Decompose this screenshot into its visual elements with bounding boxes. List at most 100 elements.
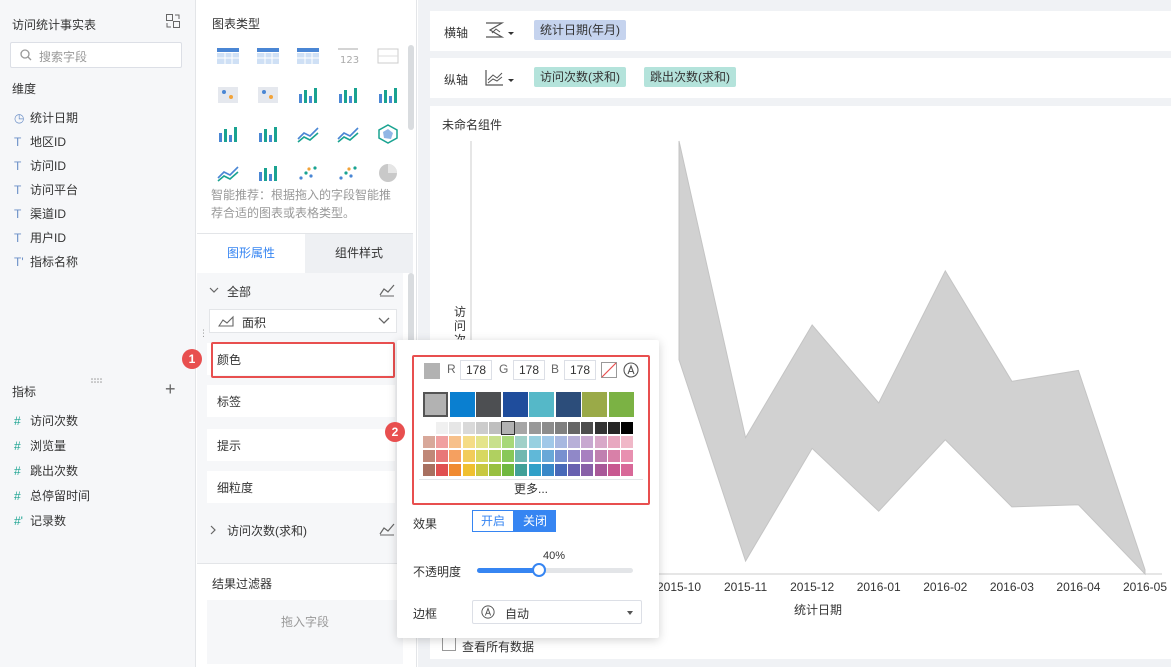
scatter-icon[interactable] [296, 163, 320, 183]
measure-item[interactable]: # 跳出次数 [14, 461, 78, 481]
stacked-bar-icon[interactable] [336, 85, 360, 105]
x-tick-label: 2015-11 [724, 580, 767, 594]
prop-tooltip-row[interactable]: 提示 [207, 429, 395, 461]
area-chart-icon [379, 523, 395, 536]
kpi-icon[interactable]: 123 [336, 46, 360, 66]
chart-config-panel: 图表类型 123 智能推荐：根据拖入的字段智能推荐合适的图表或表格类型。 图形属… [197, 0, 417, 667]
x-tick-label: 2016-04 [1056, 580, 1100, 594]
x-axis-type-icon[interactable] [484, 21, 518, 41]
view-all-checkbox[interactable] [442, 637, 456, 651]
view-all-label: 查看所有数据 [462, 640, 535, 654]
dimension-item[interactable]: T 访问平台 [14, 180, 78, 200]
x-tick-label: 2016-01 [857, 580, 901, 594]
clock-icon: ◷ [14, 111, 25, 125]
radar-icon[interactable] [336, 124, 360, 144]
divider [197, 563, 413, 564]
dimension-item[interactable]: T 用户ID [14, 228, 66, 248]
x-tick-label: 2016-05 [1123, 580, 1167, 594]
panel-splitter-handle[interactable] [90, 372, 104, 383]
tab-graph-properties[interactable]: 图形属性 [197, 234, 305, 273]
measure-label: 总停留时间 [30, 489, 91, 503]
property-tabs: 图形属性 组件样式 [197, 233, 413, 273]
y-axis-type-icon[interactable] [484, 68, 518, 88]
tab-component-style[interactable]: 组件样式 [305, 234, 413, 273]
dimension-item[interactable]: T' 指标名称 [14, 252, 78, 272]
border-select[interactable]: 自动 [472, 600, 642, 624]
chart-subtype-select[interactable]: 面积 [209, 309, 397, 333]
series-group-row[interactable]: 访问次数(求和) [209, 522, 395, 540]
measure-label: 记录数 [30, 514, 67, 528]
y-axis-field-pill[interactable]: 跳出次数(求和) [644, 67, 736, 87]
effect-label: 效果 [413, 517, 438, 531]
opacity-label: 不透明度 [413, 565, 462, 579]
area-series [678, 140, 1146, 576]
switch-dataset-icon[interactable] [165, 13, 181, 29]
all-series-row[interactable]: 全部 [209, 283, 395, 301]
dataset-title: 访问统计事实表 [12, 18, 97, 32]
x-axis-field-pill[interactable]: 统计日期(年月) [534, 20, 626, 40]
opacity-slider[interactable] [477, 563, 633, 577]
prop-label-row[interactable]: 标签 [207, 385, 395, 417]
measure-item[interactable]: # 浏览量 [14, 436, 66, 456]
pie-icon[interactable] [376, 163, 400, 183]
stacked-column-icon[interactable] [256, 163, 280, 183]
property-list: 全部 面积 ⋮ [197, 273, 403, 563]
line-icon[interactable] [296, 124, 320, 144]
drag-handle-icon[interactable]: ⋮ [199, 329, 208, 341]
dimension-header: 维度 [12, 82, 37, 96]
grouped-bar-icon[interactable] [376, 85, 400, 105]
y-axis-field-pill[interactable]: 访问次数(求和) [534, 67, 626, 87]
effect-on-button[interactable]: 开启 [472, 510, 514, 532]
y-axis-title-char: 访 [454, 305, 466, 319]
dimension-item[interactable]: T 渠道ID [14, 204, 66, 224]
scatter-bar-icon[interactable] [256, 124, 280, 144]
opacity-slider-handle[interactable] [532, 563, 547, 577]
series-group-label: 访问次数(求和) [227, 524, 307, 538]
border-value: 自动 [505, 607, 530, 621]
svg-text:123: 123 [340, 55, 359, 66]
measure-item[interactable]: # 总停留时间 [14, 486, 90, 506]
x-tick-label: 2015-12 [790, 580, 834, 594]
search-icon [20, 49, 32, 61]
x-axis-label: 横轴 [444, 26, 469, 40]
opacity-value: 40% [543, 550, 566, 562]
dot-map-icon[interactable] [216, 85, 240, 105]
dimension-item[interactable]: ◷ 统计日期 [14, 108, 78, 128]
hash-calc-icon: #' [14, 514, 23, 528]
x-tick-label: 2016-03 [990, 580, 1034, 594]
filter-drop-zone[interactable]: 拖入字段 [207, 600, 403, 664]
add-measure-icon[interactable]: + [165, 380, 176, 398]
cross-table-icon[interactable] [256, 46, 280, 66]
prop-granularity-row[interactable]: 细粒度 [207, 471, 395, 503]
blank-chart-icon[interactable] [376, 46, 400, 66]
auto-color-icon [481, 605, 495, 619]
area-chart-icon [218, 315, 234, 327]
polygon-icon[interactable] [376, 124, 400, 144]
region-map-icon[interactable] [256, 85, 280, 105]
step-badge-2: 2 [385, 422, 405, 442]
dimension-label: 地区ID [30, 135, 67, 149]
area-icon[interactable] [216, 163, 240, 183]
detail-table-icon[interactable] [296, 46, 320, 66]
measure-item[interactable]: # 访问次数 [14, 411, 78, 431]
dimension-item[interactable]: T 地区ID [14, 132, 66, 152]
horizontal-bar-icon[interactable] [216, 124, 240, 144]
field-search-input[interactable]: 搜索字段 [10, 42, 182, 68]
step-badge-1: 1 [182, 349, 202, 369]
chart-type-scrollbar[interactable] [408, 45, 414, 130]
border-label: 边框 [413, 607, 438, 621]
measure-label: 浏览量 [30, 439, 67, 453]
measure-header: 指标 [12, 385, 37, 399]
bar-icon[interactable] [296, 85, 320, 105]
measure-item[interactable]: #' 记录数 [14, 511, 66, 531]
hash-icon: # [14, 439, 21, 453]
effect-off-button[interactable]: 关闭 [514, 510, 556, 532]
dimension-label: 渠道ID [30, 207, 67, 221]
palette-highlight [412, 355, 650, 505]
bubble-icon[interactable] [336, 163, 360, 183]
text-icon: T [14, 135, 22, 149]
text-icon: T [14, 207, 22, 221]
table-icon[interactable] [216, 46, 240, 66]
dimension-item[interactable]: T 访问ID [14, 156, 66, 176]
text-icon: T [14, 159, 22, 173]
